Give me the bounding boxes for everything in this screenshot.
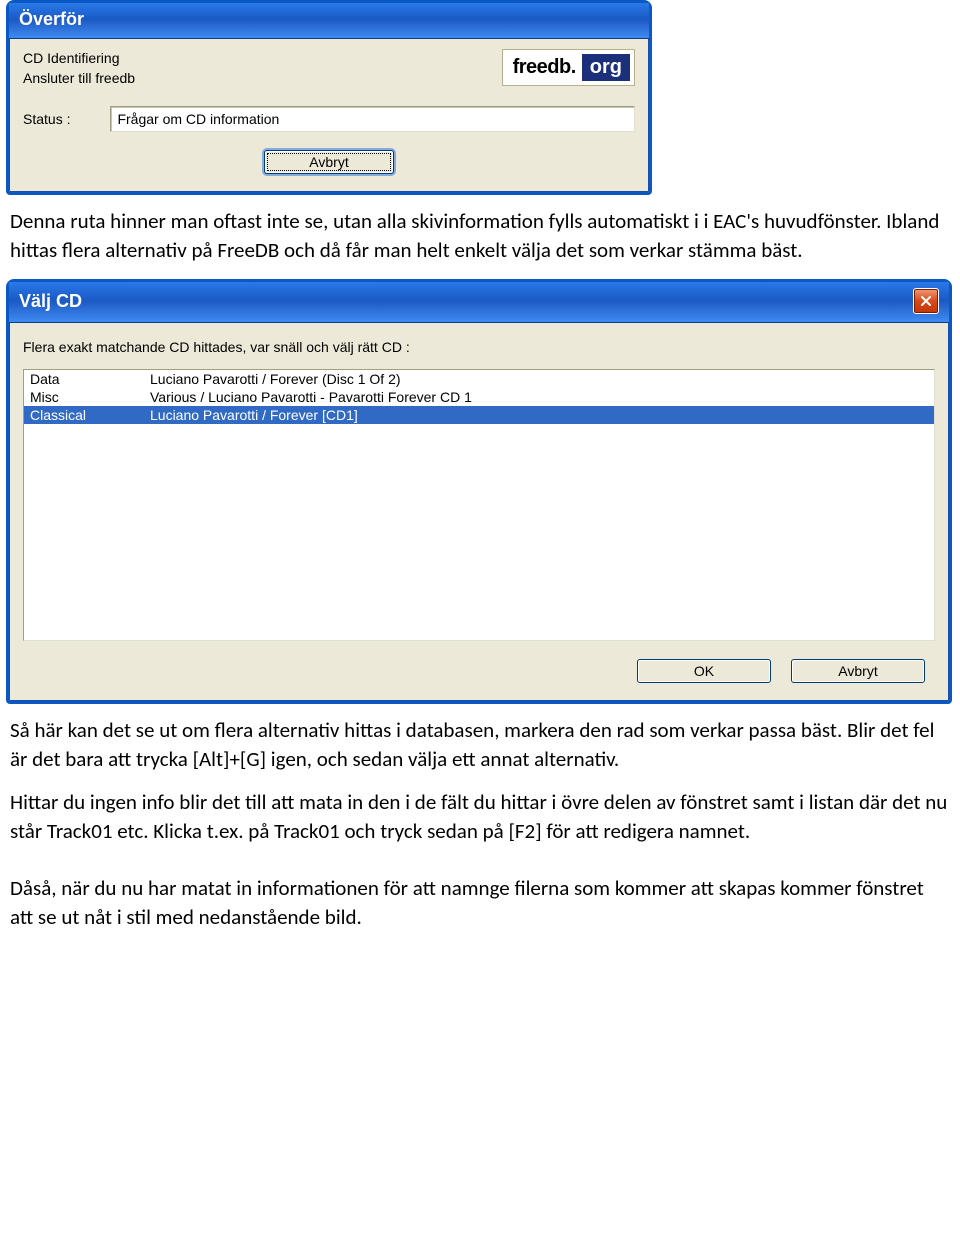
dialog-transfer: Överför CD Identifiering Ansluter till f… — [6, 0, 652, 195]
doc-paragraph-2: Så här kan det se ut om flera alternativ… — [10, 716, 950, 774]
label-connecting: Ansluter till freedb — [23, 69, 135, 89]
freedb-logo: freedb. org — [502, 49, 635, 86]
list-category: Classical — [30, 407, 150, 423]
dialog-select-cd: Välj CD Flera exakt matchande CD hittade… — [6, 279, 952, 704]
select-cd-prompt: Flera exakt matchande CD hittades, var s… — [23, 339, 935, 355]
list-item-selected[interactable]: Classical Luciano Pavarotti / Forever [C… — [24, 406, 934, 424]
list-item[interactable]: Data Luciano Pavarotti / Forever (Disc 1… — [24, 370, 934, 388]
list-title: Luciano Pavarotti / Forever (Disc 1 Of 2… — [150, 371, 928, 387]
ok-button[interactable]: OK — [637, 659, 771, 683]
title-text: Välj CD — [19, 291, 82, 312]
status-label: Status : — [23, 111, 70, 127]
cancel-button[interactable]: Avbryt — [264, 150, 394, 174]
cd-listbox[interactable]: Data Luciano Pavarotti / Forever (Disc 1… — [23, 369, 935, 641]
list-category: Misc — [30, 389, 150, 405]
logo-right: org — [582, 54, 630, 81]
doc-paragraph-3: Hittar du ingen info blir det till att m… — [10, 788, 950, 846]
doc-paragraph-4: Dåså, när du nu har matat in information… — [10, 874, 950, 932]
cancel-button[interactable]: Avbryt — [791, 659, 925, 683]
list-title: Luciano Pavarotti / Forever [CD1] — [150, 407, 928, 423]
list-title: Various / Luciano Pavarotti - Pavarotti … — [150, 389, 928, 405]
label-cd-ident: CD Identifiering — [23, 49, 135, 69]
title-text: Överför — [19, 9, 84, 30]
doc-paragraph-1: Denna ruta hinner man oftast inte se, ut… — [10, 207, 950, 265]
list-item[interactable]: Misc Various / Luciano Pavarotti - Pavar… — [24, 388, 934, 406]
titlebar-select-cd[interactable]: Välj CD — [9, 282, 949, 323]
logo-left: freedb. — [507, 54, 582, 81]
close-icon[interactable] — [913, 288, 939, 314]
list-category: Data — [30, 371, 150, 387]
status-field: Frågar om CD information — [110, 106, 635, 132]
titlebar-transfer[interactable]: Överför — [9, 3, 649, 39]
